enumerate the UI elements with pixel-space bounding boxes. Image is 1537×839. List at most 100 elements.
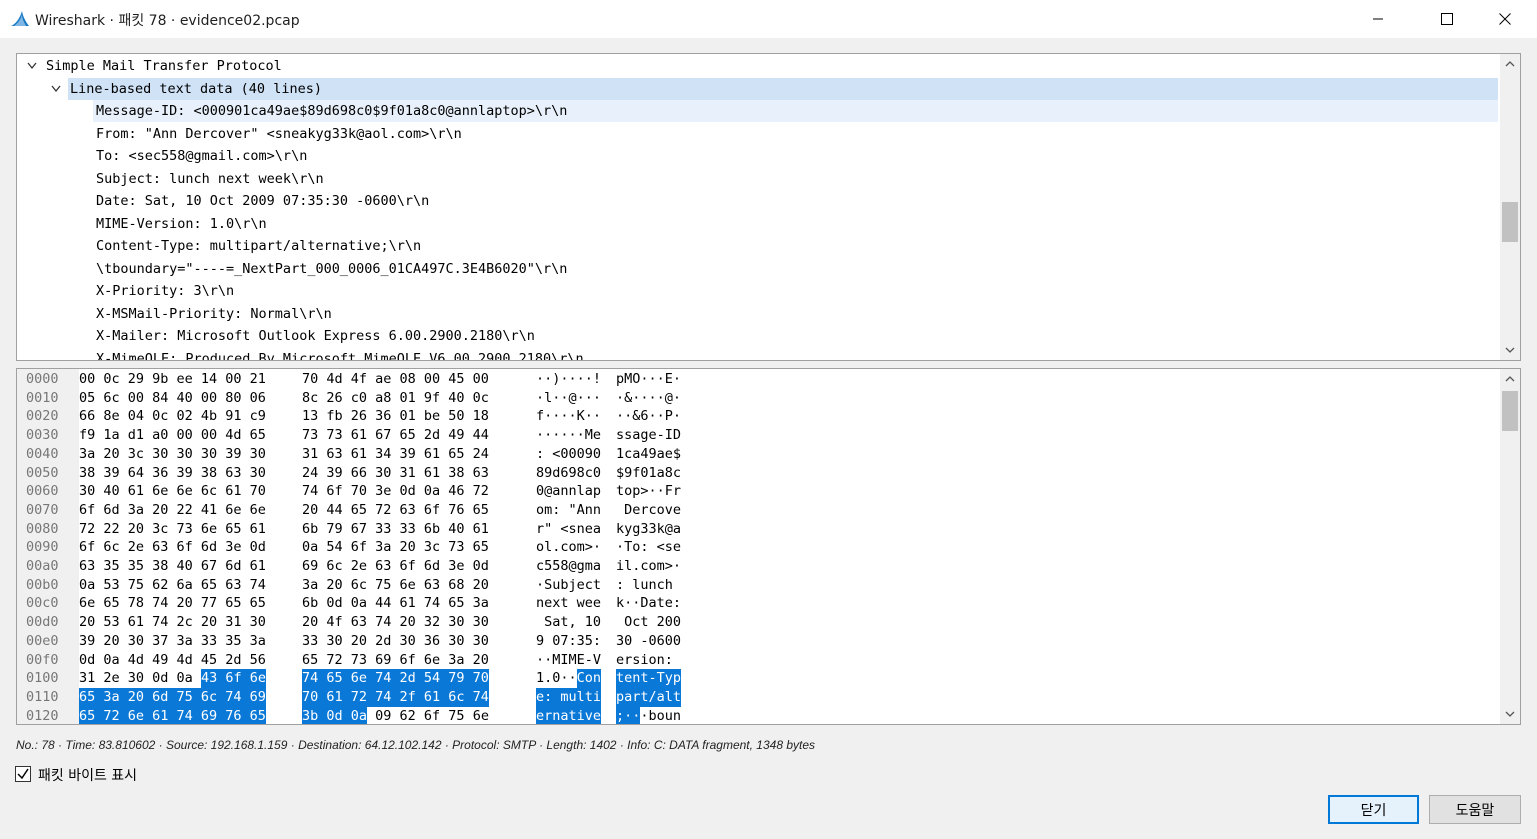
hex-row[interactable]: 00d0 20 53 61 74 2c 20 31 30 20 4f 63 74 2… <box>17 613 1497 632</box>
hex-bytes: 20 4f 63 74 20 32 30 30 <box>302 614 489 631</box>
hex-offset: 0010 <box>26 389 59 406</box>
tree-item-label: From: "Ann Dercover" <sneakyg33k@aol.com… <box>96 125 462 142</box>
hex-bytes: 09 62 6f 75 6e <box>367 707 489 724</box>
hex-offset: 0070 <box>26 501 59 518</box>
chevron-down-icon[interactable] <box>25 55 39 77</box>
hex-row[interactable]: 0040 3a 20 3c 30 30 30 39 30 31 63 61 34 3… <box>17 445 1497 464</box>
tree-item[interactable]: Message-ID: <000901ca49ae$89d698c0$9f01a… <box>93 100 1498 122</box>
hex-row[interactable]: 00e0 39 20 30 37 3a 33 35 3a 33 30 20 2d 3… <box>17 632 1497 651</box>
ascii-bytes: Oct 200 <box>616 614 682 631</box>
hex-bytes: 38 39 64 36 39 38 63 30 <box>79 464 266 481</box>
tree-item[interactable]: Simple Mail Transfer Protocol <box>17 55 1498 77</box>
ascii-bytes: ssage-ID <box>616 427 682 444</box>
hex-offset: 0000 <box>26 371 59 387</box>
ascii-bytes: ··&6··P· <box>616 408 682 425</box>
bytes-scrollbar[interactable] <box>1500 369 1520 724</box>
tree-scrollbar[interactable] <box>1500 54 1520 360</box>
hex-offset: 0030 <box>26 427 59 444</box>
hex-bytes: 00 0c 29 9b ee 14 00 21 <box>79 371 266 387</box>
hex-bytes: 66 8e 04 0c 02 4b 91 c9 <box>79 408 266 425</box>
help-button[interactable]: 도움말 <box>1429 795 1521 824</box>
close-button[interactable]: 닫기 <box>1328 795 1419 824</box>
packet-detail-tree[interactable]: Simple Mail Transfer Protocol Line-based … <box>16 53 1521 361</box>
hex-offset: 00d0 <box>26 614 59 631</box>
ascii-bytes: kyg33k@a <box>616 520 682 537</box>
tree-item[interactable]: X-MSMail-Priority: Normal\r\n <box>17 303 1498 325</box>
packet-bytes-pane[interactable]: 0000 00 0c 29 9b ee 14 00 21 70 4d 4f ae 0… <box>16 368 1521 725</box>
ascii-bytes: ··)····! <box>536 371 602 387</box>
hex-offset: 0080 <box>26 520 59 537</box>
hex-bytes: 24 39 66 30 31 61 38 63 <box>302 464 489 481</box>
scroll-thumb[interactable] <box>1502 391 1518 431</box>
hex-bytes: 0d 0a 4d 49 4d 45 2d 56 <box>79 651 266 668</box>
show-bytes-checkbox[interactable] <box>15 766 31 782</box>
scroll-down-icon[interactable] <box>1500 340 1520 360</box>
ascii-bytes: ·l··@··· <box>536 389 602 406</box>
hex-bytes: 63 35 35 38 40 67 6d 61 <box>79 558 266 574</box>
hex-row[interactable]: 0070 6f 6d 3a 20 22 41 6e 6e 20 44 65 72 6… <box>17 501 1497 520</box>
hex-row[interactable]: 00b0 0a 53 75 62 6a 65 63 74 3a 20 6c 75 6… <box>17 576 1497 595</box>
scroll-down-icon[interactable] <box>1500 704 1520 724</box>
hex-row[interactable]: 0060 30 40 61 6e 6e 6c 61 70 74 6f 70 3e 0… <box>17 482 1497 501</box>
hex-row[interactable]: 0080 72 22 20 3c 73 6e 65 61 6b 79 67 33 3… <box>17 520 1497 539</box>
ascii-bytes: ersion: <box>616 651 682 668</box>
hex-bytes: 30 40 61 6e 6e 6c 61 70 <box>79 483 266 500</box>
minimize-icon[interactable] <box>1355 0 1401 38</box>
hex-bytes: 8c 26 c0 a8 01 9f 40 0c <box>302 389 489 406</box>
hex-bytes: 69 6c 2e 63 6f 6d 3e 0d <box>302 558 489 574</box>
ascii-bytes: 30 -0600 <box>616 632 682 649</box>
hex-bytes: 20 44 65 72 63 6f 76 65 <box>302 501 489 518</box>
tree-item-label: Content-Type: multipart/alternative;\r\n <box>96 238 422 254</box>
chevron-down-icon[interactable] <box>49 78 63 100</box>
ascii-bytes: Sat, 10 <box>536 614 602 631</box>
hex-row[interactable]: 00a0 63 35 35 38 40 67 6d 61 69 6c 2e 63 6… <box>17 557 1497 576</box>
hex-offset: 00f0 <box>26 651 59 668</box>
tree-item[interactable]: Content-Type: multipart/alternative;\r\n <box>17 235 1498 257</box>
tree-item[interactable]: \tboundary="----=_NextPart_000_0006_01CA… <box>17 258 1498 280</box>
hex-row[interactable]: 0030 f9 1a d1 a0 00 00 4d 65 73 73 61 67 6… <box>17 426 1497 445</box>
hex-row[interactable]: 0020 66 8e 04 0c 02 4b 91 c9 13 fb 26 36 0… <box>17 407 1497 426</box>
hex-bytes: 6e 65 78 74 20 77 65 65 <box>79 595 266 612</box>
tree-item[interactable]: To: <sec558@gmail.com>\r\n <box>17 145 1498 167</box>
ascii-bytes: : lunch <box>616 576 682 593</box>
tree-item[interactable]: X-Priority: 3\r\n <box>17 280 1498 302</box>
tree-item[interactable]: X-Mailer: Microsoft Outlook Express 6.00… <box>17 325 1498 347</box>
ascii-bytes: ······Me <box>536 427 602 444</box>
hex-row[interactable]: 00f0 0d 0a 4d 49 4d 45 2d 56 65 72 73 69 6… <box>17 651 1497 670</box>
tree-item-label: Date: Sat, 10 Oct 2009 07:35:30 -0600\r\… <box>96 193 430 209</box>
tree-item[interactable]: Line-based text data (40 lines) <box>51 77 1498 100</box>
hex-offset: 0090 <box>26 539 59 556</box>
tree-item[interactable]: Subject: lunch next week\r\n <box>17 168 1498 190</box>
tree-item-label: \tboundary="----=_NextPart_000_0006_01CA… <box>96 260 568 277</box>
maximize-icon[interactable] <box>1424 0 1470 38</box>
hex-row[interactable]: 00c0 6e 65 78 74 20 77 65 65 6b 0d 0a 44 6… <box>17 594 1497 613</box>
ascii-bytes: : <00090 <box>536 445 602 462</box>
tree-item-label: X-MSMail-Priority: Normal\r\n <box>96 305 332 322</box>
tree-item-label: Simple Mail Transfer Protocol <box>46 58 282 74</box>
ascii-bytes: ·&····@· <box>616 389 682 406</box>
close-icon[interactable] <box>1482 0 1528 38</box>
tree-item[interactable]: From: "Ann Dercover" <sneakyg33k@aol.com… <box>17 123 1498 145</box>
hex-row[interactable]: 0010 05 6c 00 84 40 00 80 06 8c 26 c0 a8 0… <box>17 389 1497 408</box>
ascii-bytes: next wee <box>536 595 602 612</box>
scroll-up-icon[interactable] <box>1500 54 1520 74</box>
hex-row[interactable]: 0000 00 0c 29 9b ee 14 00 21 70 4d 4f ae 0… <box>17 370 1497 389</box>
ascii-bytes: c558@gma <box>536 558 602 574</box>
scroll-thumb[interactable] <box>1502 202 1518 242</box>
tree-item[interactable]: MIME-Version: 1.0\r\n <box>17 213 1498 235</box>
hex-bytes: 72 22 20 3c 73 6e 65 61 <box>79 520 266 537</box>
hex-row[interactable]: 0050 38 39 64 36 39 38 63 30 24 39 66 30 3… <box>17 464 1497 483</box>
scroll-up-icon[interactable] <box>1500 369 1520 389</box>
hex-row[interactable]: 0100 31 2e 30 0d 0a 43 6f 6e 74 65 6e 74 2… <box>17 669 1497 688</box>
hex-bytes-selected: 74 65 6e 74 2d 54 79 70 <box>302 669 489 688</box>
tree-item-label: Message-ID: <000901ca49ae$89d698c0$9f01a… <box>96 103 568 119</box>
hex-row[interactable]: 0090 6f 6c 2e 63 6f 6d 3e 0d 0a 54 6f 3a 2… <box>17 538 1497 557</box>
hex-bytes: f9 1a d1 a0 00 00 4d 65 <box>79 427 266 444</box>
hex-row[interactable]: 0110 65 3a 20 6d 75 6c 74 69 70 61 72 74 2… <box>17 687 1497 707</box>
hex-bytes: 70 4d 4f ae 08 00 45 00 <box>302 371 489 387</box>
ascii-bytes-selected: ;·· <box>616 706 641 724</box>
tree-item[interactable]: X-MimeOLE: Produced By Microsoft MimeOLE… <box>17 348 1498 361</box>
tree-item[interactable]: Date: Sat, 10 Oct 2009 07:35:30 -0600\r\… <box>17 190 1498 212</box>
ascii-bytes: 0@annlap <box>536 483 602 500</box>
hex-row[interactable]: 0120 65 72 6e 61 74 69 76 65 3b 0d 0a 09 6… <box>17 706 1497 724</box>
